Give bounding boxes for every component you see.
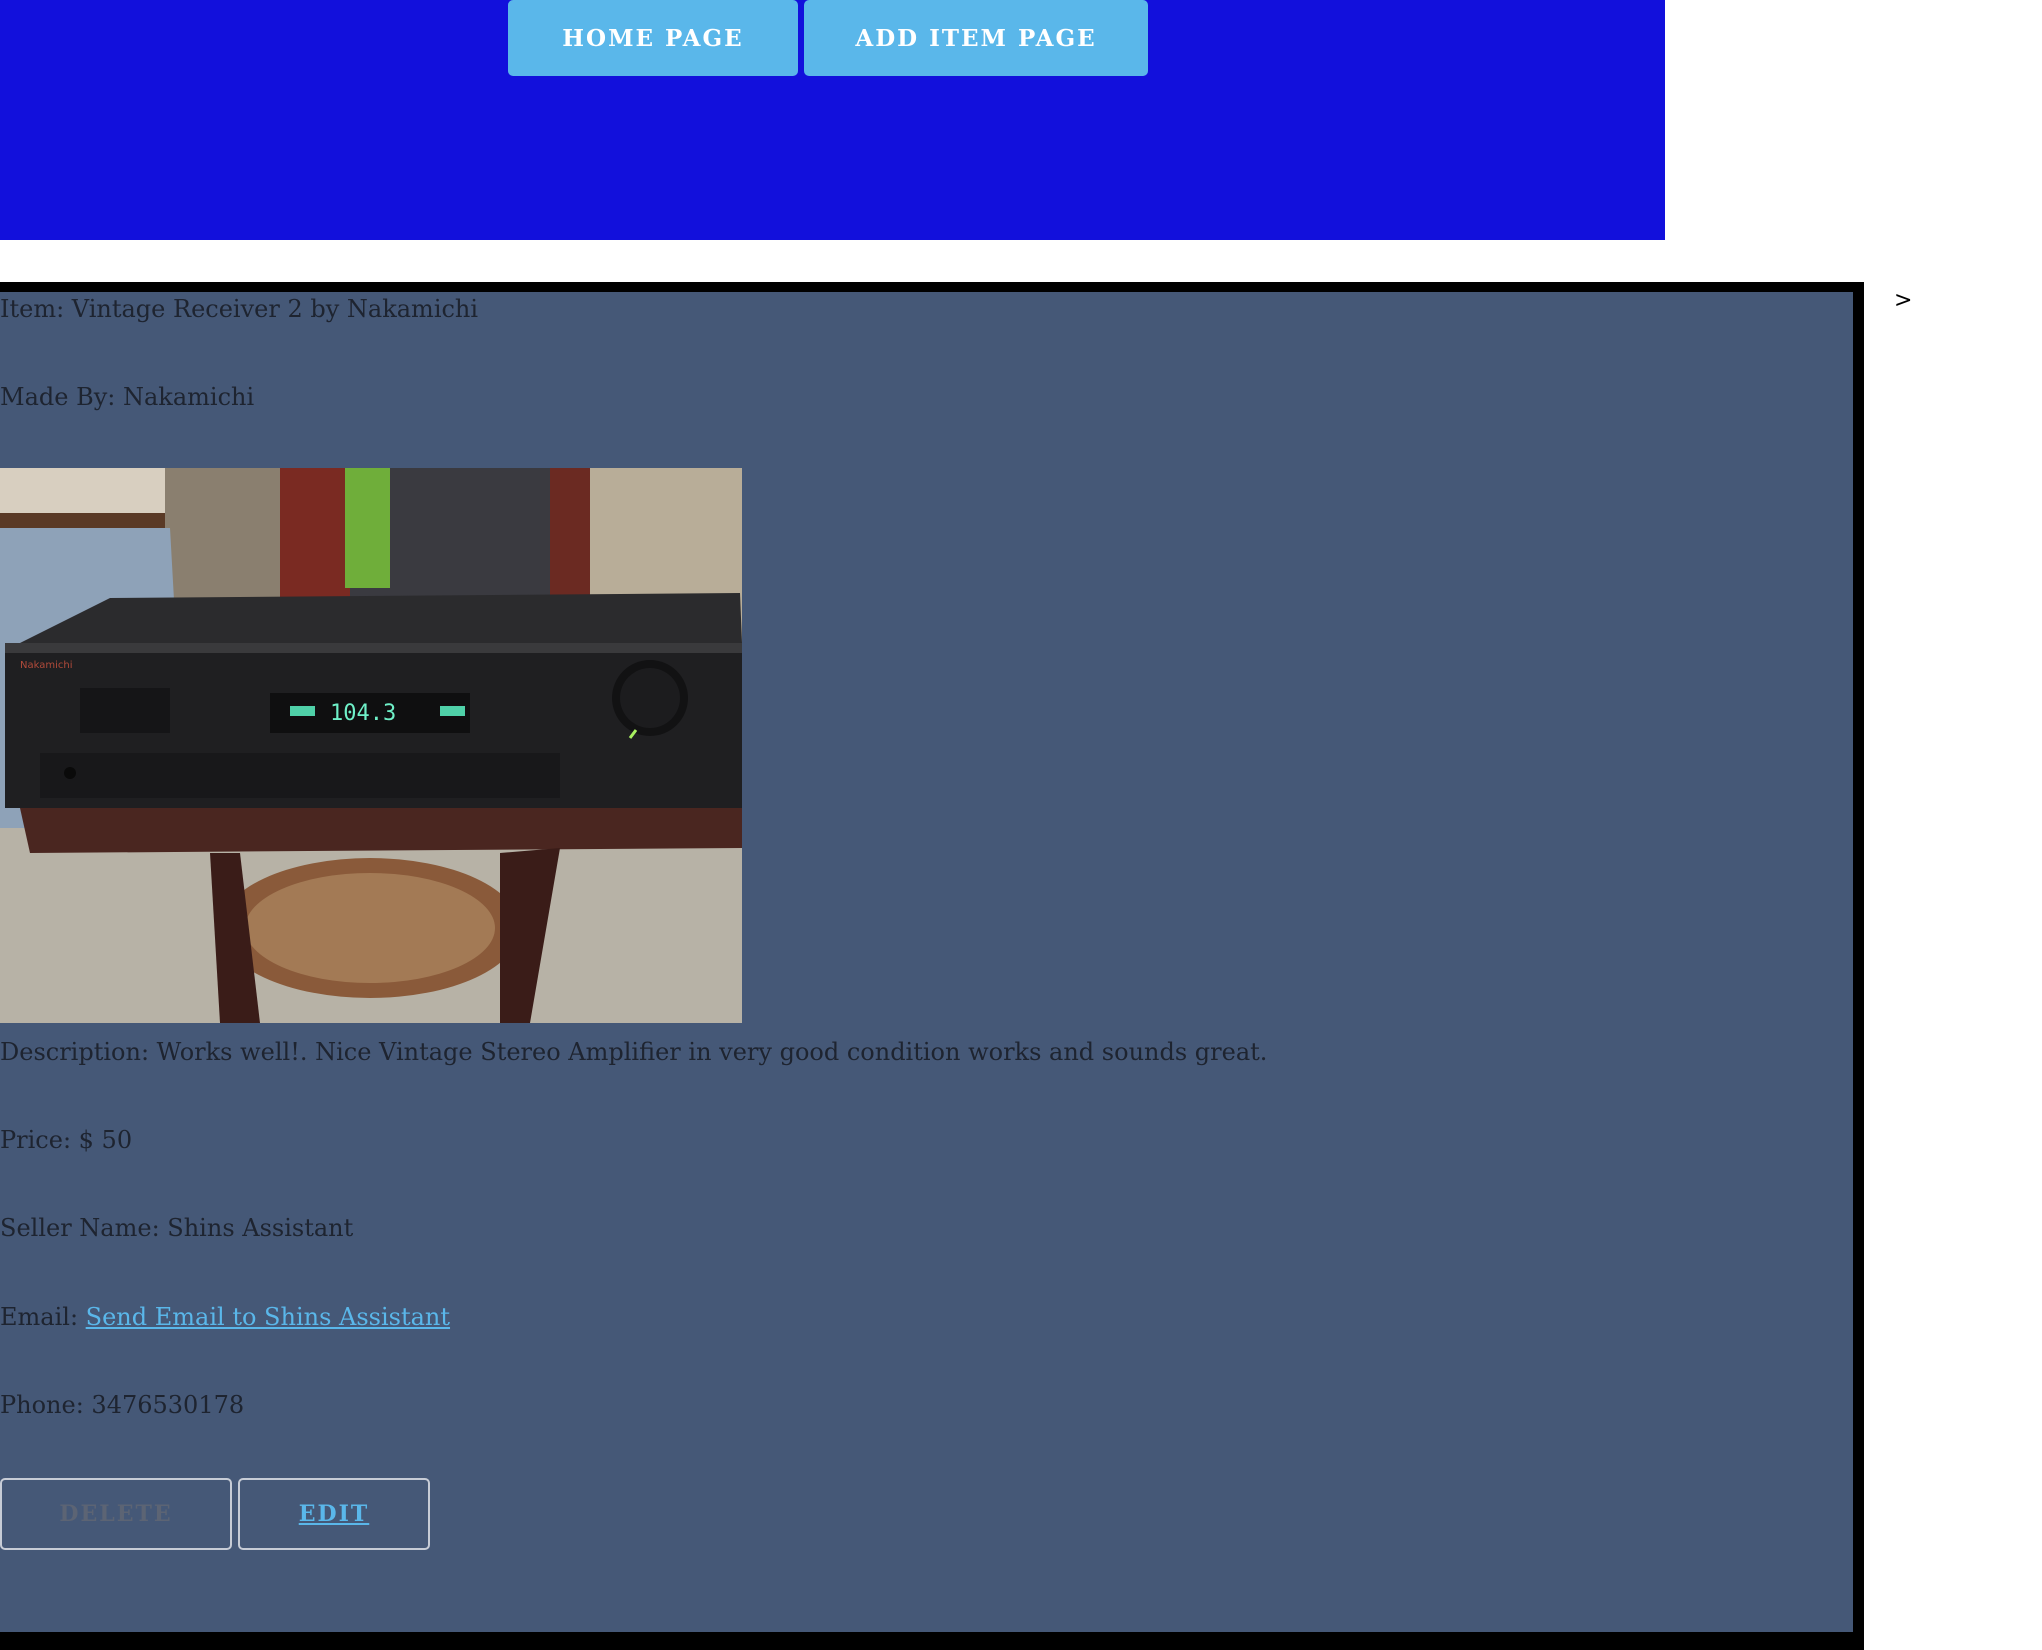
seller-name: Seller Name: Shins Assistant [0,1214,354,1242]
item-maker: Made By: Nakamichi [0,383,255,411]
svg-text:Nakamichi: Nakamichi [20,660,73,671]
page: HOME PAGE ADD ITEM PAGE > Item: Vintage … [0,0,2042,1650]
item-description: Description: Works well!. Nice Vintage S… [0,1038,1268,1066]
home-page-button[interactable]: HOME PAGE [508,0,798,76]
item-price: Price: $ 50 [0,1126,133,1154]
item-photo: 104.3 Nakamichi [0,468,742,1023]
receiver-photo-icon: 104.3 Nakamichi [0,468,742,1023]
add-item-page-button[interactable]: ADD ITEM PAGE [804,0,1148,76]
item-card-frame: Item: Vintage Receiver 2 by Nakamichi Ma… [0,282,1864,1650]
item-title: Item: Vintage Receiver 2 by Nakamichi [0,295,479,323]
svg-text:104.3: 104.3 [330,701,396,726]
stray-character: > [1894,288,1913,313]
edit-button[interactable]: EDIT [238,1478,430,1550]
email-label: Email: [0,1303,86,1331]
phone-number: Phone: 3476530178 [0,1391,245,1419]
header-bar: HOME PAGE ADD ITEM PAGE [0,0,1665,240]
delete-button[interactable]: DELETE [0,1478,232,1550]
send-email-link[interactable]: Send Email to Shins Assistant [86,1303,450,1331]
email-row: Email: Send Email to Shins Assistant [0,1302,450,1332]
item-card: Item: Vintage Receiver 2 by Nakamichi Ma… [0,292,1853,1632]
